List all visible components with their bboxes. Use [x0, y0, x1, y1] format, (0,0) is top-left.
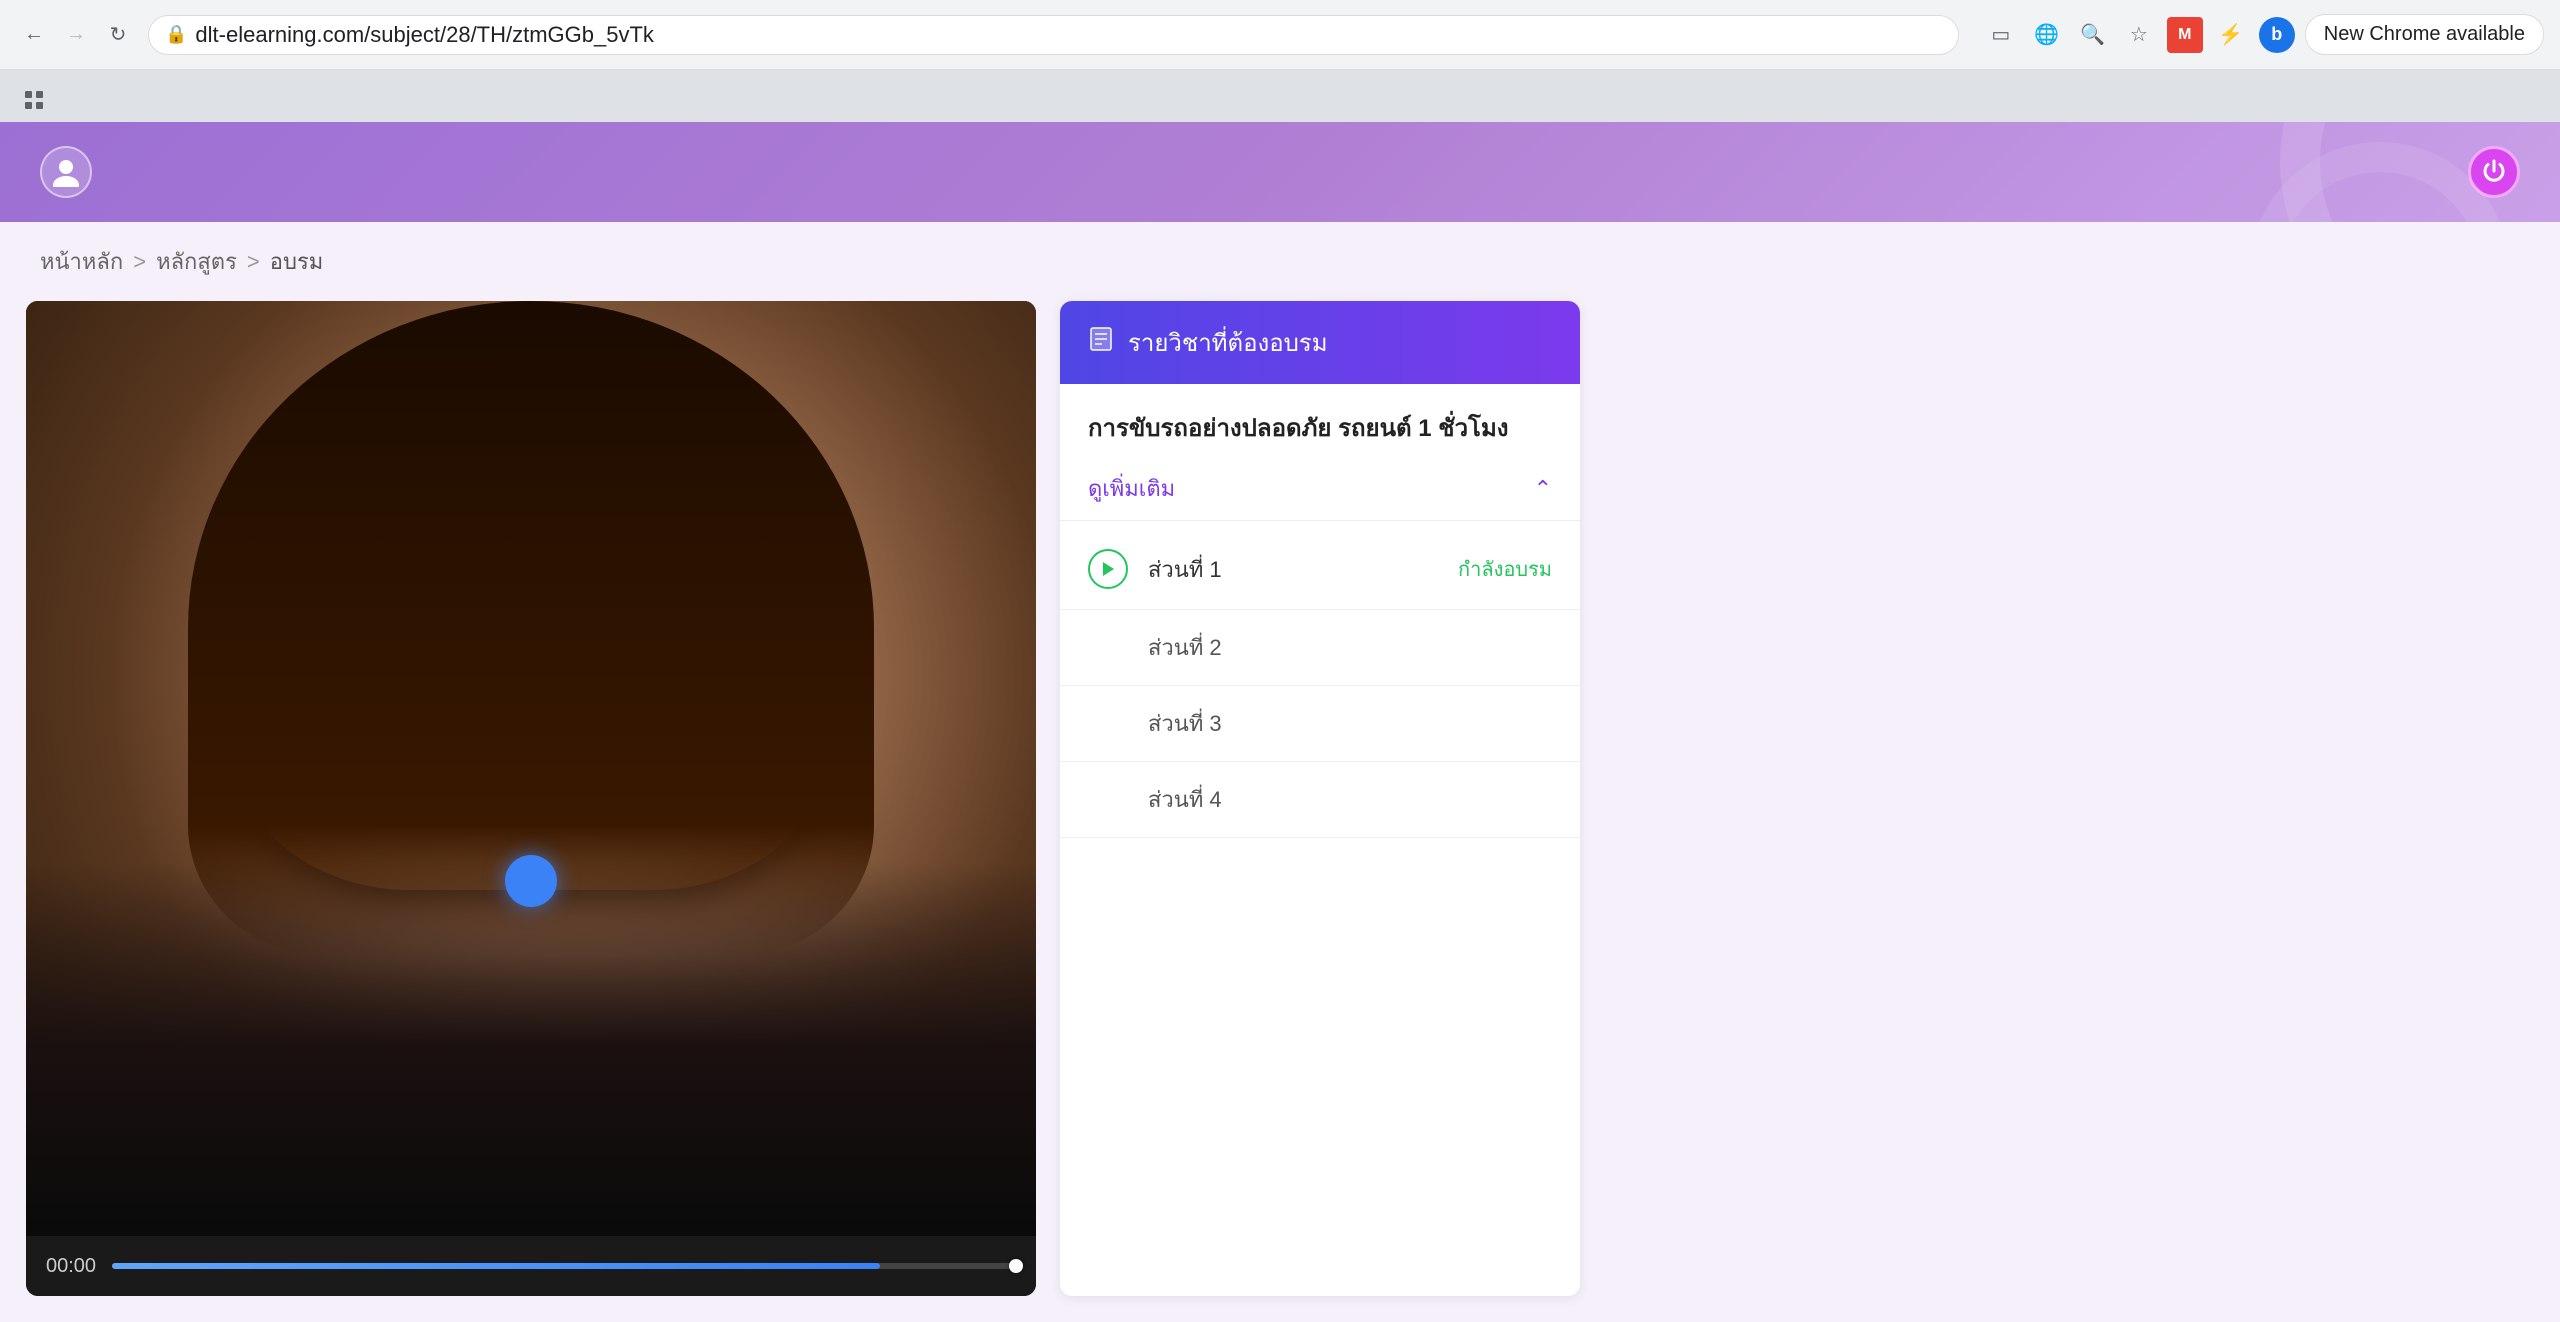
expand-link[interactable]: ดูเพิ่มเติม	[1088, 471, 1175, 506]
lesson-item-4[interactable]: ส่วนที่ 4	[1060, 762, 1580, 838]
breadcrumb-home[interactable]: หน้าหลัก	[40, 244, 123, 279]
bookmark-button[interactable]: ☆	[2121, 17, 2157, 53]
browser-chrome: ← → ↻ 🔒 dlt-elearning.com/subject/28/TH/…	[0, 0, 2560, 70]
breadcrumb-current: อบรม	[270, 244, 324, 279]
header-decoration	[2060, 122, 2560, 222]
expand-row[interactable]: ดูเพิ่มเติม ⌃	[1060, 457, 1580, 521]
breadcrumb-sep2: >	[247, 249, 260, 275]
video-bg	[26, 301, 1036, 1236]
sidebar-header-label: รายวิชาที่ต้องอบรม	[1128, 323, 1328, 362]
sidebar: รายวิชาที่ต้องอบรม การขับรถอย่างปลอดภัย …	[1060, 301, 1580, 1296]
lesson-item-2[interactable]: ส่วนที่ 2	[1060, 610, 1580, 686]
profile-button[interactable]: b	[2259, 17, 2295, 53]
video-frame[interactable]	[26, 301, 1036, 1236]
cursor-dot	[505, 855, 557, 907]
url-text: dlt-elearning.com/subject/28/TH/ztmGGb_5…	[195, 22, 654, 48]
browser-actions: ▭ 🌐 🔍 ☆ M ⚡ b New Chrome available	[1983, 14, 2544, 55]
progress-thumb	[1009, 1259, 1023, 1273]
forward-button[interactable]: →	[58, 17, 94, 53]
lesson-list: ส่วนที่ 1 กำลังอบรม ส่วนที่ 2 ส่วนที่ 3 …	[1060, 521, 1580, 846]
breadcrumb-course[interactable]: หลักสูตร	[156, 244, 237, 279]
car-bg	[26, 862, 1036, 1236]
back-button[interactable]: ←	[16, 17, 52, 53]
page-header	[0, 122, 2560, 222]
nav-buttons: ← → ↻	[16, 17, 136, 53]
video-controls: 00:00	[26, 1236, 1036, 1296]
chevron-up-icon: ⌃	[1534, 476, 1552, 502]
cast-button[interactable]: ▭	[1983, 17, 2019, 53]
lesson-name-4: ส่วนที่ 4	[1148, 782, 1222, 817]
translate-button[interactable]: 🌐	[2029, 17, 2065, 53]
video-panel: 00:00	[26, 301, 1036, 1296]
user-icon	[51, 157, 81, 187]
extensions-button[interactable]: ⚡	[2213, 17, 2249, 53]
breadcrumb: หน้าหลัก > หลักสูตร > อบรม	[0, 222, 2560, 301]
lesson-name-1: ส่วนที่ 1	[1148, 552, 1438, 587]
progress-fill	[112, 1263, 880, 1269]
time-display: 00:00	[46, 1255, 96, 1278]
list-icon	[1088, 326, 1114, 359]
play-icon	[1088, 549, 1128, 589]
breadcrumb-sep1: >	[133, 249, 146, 275]
progress-bar[interactable]	[112, 1263, 1016, 1269]
play-triangle	[1101, 561, 1115, 577]
lesson-status-1: กำลังอบรม	[1458, 553, 1552, 585]
sidebar-header: รายวิชาที่ต้องอบรม	[1060, 301, 1580, 384]
apps-button[interactable]	[16, 82, 52, 118]
lesson-name-3: ส่วนที่ 3	[1148, 706, 1222, 741]
tab-bar	[0, 70, 2560, 122]
address-bar[interactable]: 🔒 dlt-elearning.com/subject/28/TH/ztmGGb…	[148, 15, 1959, 55]
gmail-icon[interactable]: M	[2167, 17, 2203, 53]
document-icon	[1088, 326, 1114, 352]
main-content: 00:00 รายวิชาที่ต้องอบรม การขับรถอย่างปล…	[0, 301, 2560, 1322]
zoom-button[interactable]: 🔍	[2075, 17, 2111, 53]
lesson-item-3[interactable]: ส่วนที่ 3	[1060, 686, 1580, 762]
apps-icon	[24, 90, 44, 110]
user-icon-button[interactable]	[40, 146, 92, 198]
lesson-item[interactable]: ส่วนที่ 1 กำลังอบรม	[1060, 529, 1580, 610]
lock-icon: 🔒	[165, 24, 187, 45]
lesson-name-2: ส่วนที่ 2	[1148, 630, 1222, 665]
course-title: การขับรถอย่างปลอดภัย รถยนต์ 1 ชั่วโมง	[1060, 384, 1580, 457]
new-chrome-button[interactable]: New Chrome available	[2305, 14, 2544, 55]
reload-button[interactable]: ↻	[100, 17, 136, 53]
